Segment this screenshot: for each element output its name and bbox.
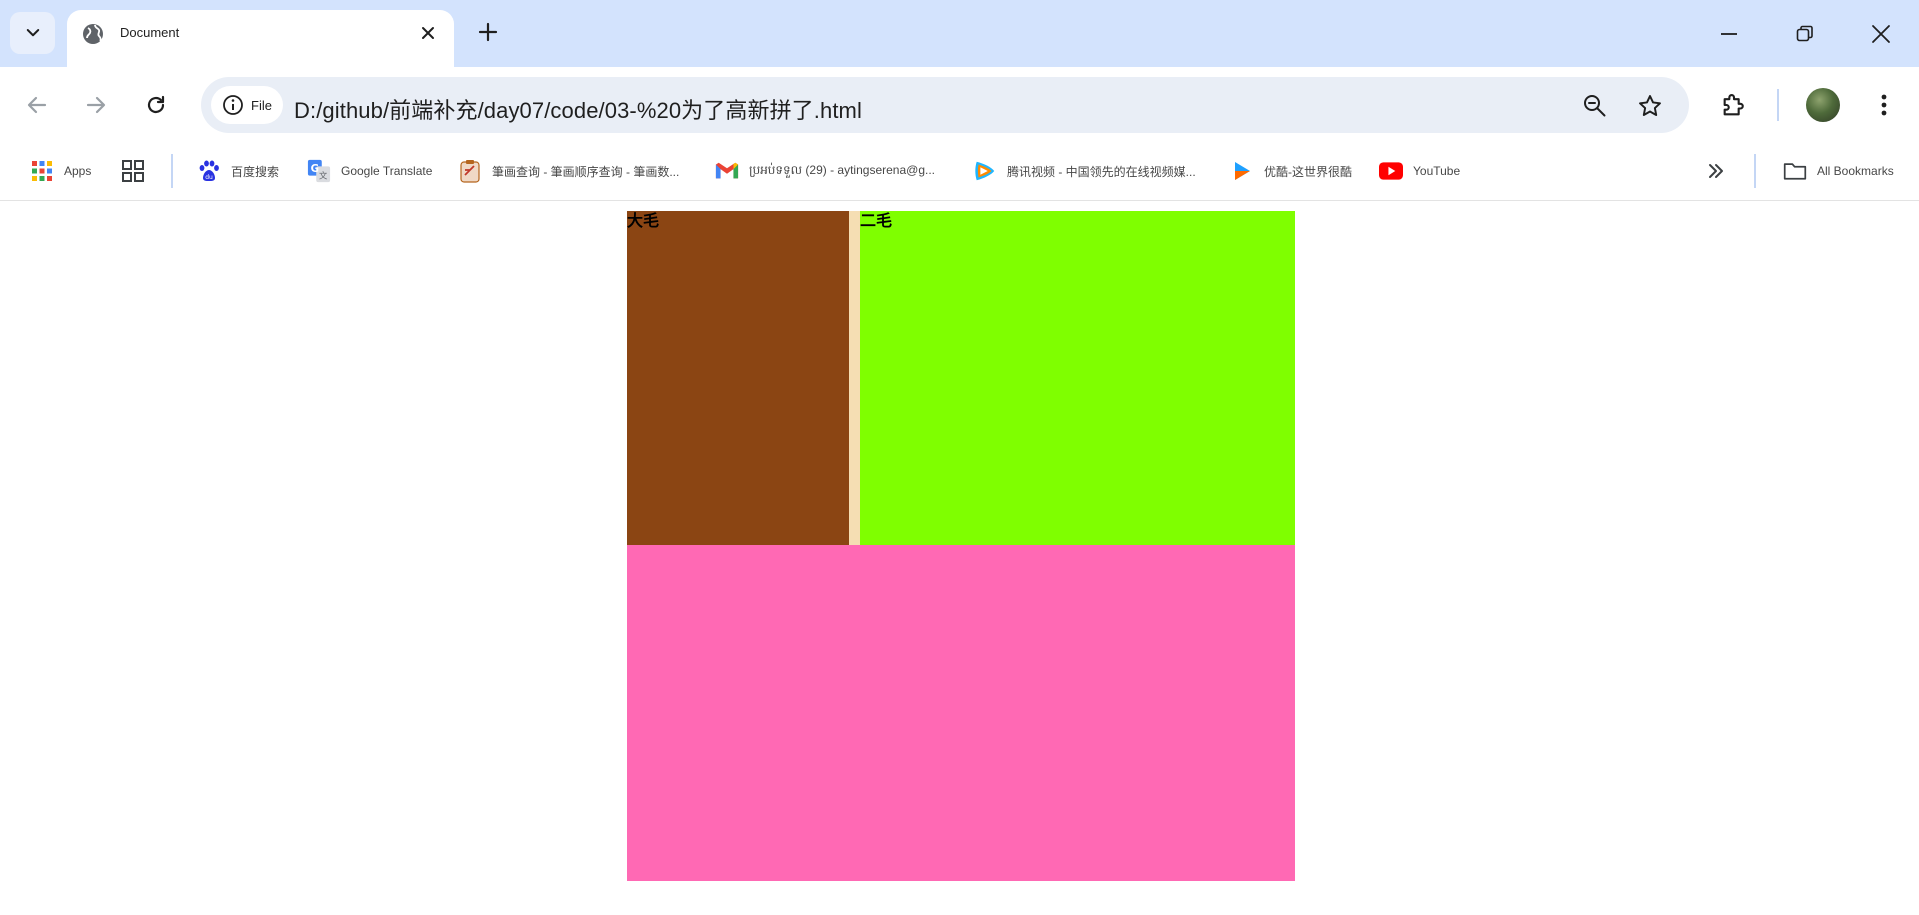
site-info-chip[interactable]: File <box>211 86 283 124</box>
extensions-button[interactable] <box>1714 85 1754 125</box>
svg-text:G: G <box>311 164 319 175</box>
more-bookmarks-button[interactable] <box>1704 153 1728 189</box>
svg-text:文: 文 <box>319 170 328 180</box>
puzzle-icon <box>1723 94 1744 116</box>
bookmark-gmail[interactable]: ប្រអប់ទទួល (29) - aytingserena@g... <box>715 153 935 189</box>
box-gap-strip <box>849 211 860 545</box>
zoom-icon[interactable] <box>1580 91 1610 121</box>
bookmark-youtube[interactable]: YouTube <box>1379 153 1460 189</box>
bookmark-label: Google Translate <box>341 164 433 178</box>
restore-button[interactable] <box>1785 14 1825 54</box>
active-tab[interactable]: Document <box>67 10 454 67</box>
bookmark-label: 筆画查询 - 筆画顺序查询 - 筆画数... <box>492 164 680 179</box>
tab-title: Document <box>120 25 180 40</box>
bookmark-label: All Bookmarks <box>1817 164 1894 178</box>
info-icon <box>223 95 243 115</box>
chevron-down-icon <box>26 29 39 37</box>
bookmark-tab-groups[interactable] <box>121 153 145 189</box>
minimize-button[interactable] <box>1709 14 1749 54</box>
more-vertical-icon <box>1881 94 1887 116</box>
youtube-icon <box>1379 159 1403 183</box>
box-da-mao: 大毛 <box>627 211 849 545</box>
folder-icon <box>1783 159 1807 183</box>
tab-groups-icon <box>121 159 145 183</box>
bookmark-apps[interactable]: Apps <box>30 153 91 189</box>
globe-icon <box>81 22 105 46</box>
bookmark-label: ប្រអប់ទទួល (29) - aytingserena@g... <box>749 163 935 177</box>
plus-icon <box>478 22 498 42</box>
bookmark-baidu[interactable]: du 百度搜索 <box>197 153 279 189</box>
bookmark-label: 腾讯视频 - 中国领先的在线视频媒... <box>1007 164 1196 179</box>
page-viewport: 大毛 二毛 <box>0 202 1919 915</box>
bookmarks-divider <box>1754 154 1756 188</box>
box-bottom-pink <box>627 545 1295 881</box>
reload-button[interactable] <box>136 85 176 125</box>
double-chevron-right-icon <box>1704 159 1728 183</box>
bookmark-star-icon[interactable] <box>1635 91 1665 121</box>
minimize-icon <box>1721 33 1737 35</box>
bookmark-label: 百度搜索 <box>231 164 280 179</box>
arrow-left-icon <box>27 96 47 114</box>
reload-icon <box>147 95 165 114</box>
bookmark-stroke-lookup[interactable]: 筆画查询 - 筆画顺序查询 - 筆画数... <box>458 153 679 189</box>
bookmark-label: 优酷-这世界很酷 <box>1264 164 1352 179</box>
tab-strip: Document <box>0 0 1919 67</box>
toolbar-divider <box>1777 89 1779 121</box>
new-tab-button[interactable] <box>472 16 504 48</box>
svg-text:du: du <box>205 174 213 181</box>
youku-icon <box>1230 159 1254 183</box>
bookmark-label: Apps <box>64 164 92 178</box>
all-bookmarks-button[interactable]: All Bookmarks <box>1783 153 1894 189</box>
back-button[interactable] <box>17 85 57 125</box>
box-da-mao-label: 大毛 <box>627 211 660 230</box>
gmail-icon <box>715 159 739 183</box>
box-er-mao: 二毛 <box>860 211 1295 545</box>
apps-grid-icon <box>30 159 54 183</box>
url-text[interactable]: D:/github/前端补充/day07/code/03-%20为了高新拼了.h… <box>294 93 862 125</box>
close-window-button[interactable] <box>1861 14 1901 54</box>
bookmark-label: YouTube <box>1413 164 1461 178</box>
box-er-mao-label: 二毛 <box>860 211 893 230</box>
bookmark-youku[interactable]: 优酷-这世界很酷 <box>1230 153 1352 189</box>
tab-search-button[interactable] <box>10 12 55 54</box>
chip-label: File <box>251 97 272 113</box>
forward-button[interactable] <box>76 85 116 125</box>
baidu-icon: du <box>197 159 221 183</box>
bookmark-tencent-video[interactable]: 腾讯视频 - 中国领先的在线视频媒... <box>973 153 1196 189</box>
arrow-right-icon <box>86 96 106 114</box>
clipboard-icon <box>458 159 482 183</box>
bookmarks-bar: Apps du 百度搜索 G文 Google Translate 筆画查询 - … <box>0 143 1919 201</box>
close-tab-button[interactable] <box>416 21 440 45</box>
bookmark-google-translate[interactable]: G文 Google Translate <box>307 153 432 189</box>
profile-avatar[interactable] <box>1806 88 1840 122</box>
bookmarks-divider <box>171 154 173 188</box>
tencent-video-icon <box>973 159 997 183</box>
close-icon <box>422 27 434 39</box>
close-icon <box>1872 25 1890 43</box>
menu-button[interactable] <box>1864 85 1904 125</box>
browser-toolbar: File D:/github/前端补充/day07/code/03-%20为了高… <box>0 67 1919 143</box>
restore-icon <box>1796 25 1813 42</box>
address-bar[interactable]: File D:/github/前端补充/day07/code/03-%20为了高… <box>201 77 1689 133</box>
google-translate-icon: G文 <box>307 159 331 183</box>
